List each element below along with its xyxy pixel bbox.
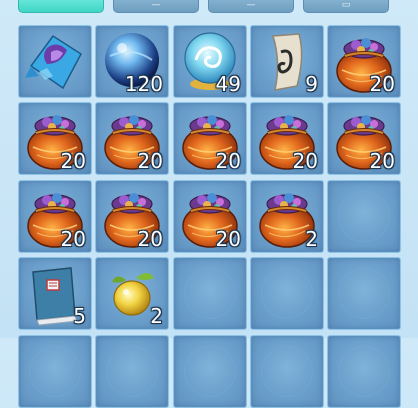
tab-4[interactable]: ▭ xyxy=(303,0,389,13)
item-quantity: 20 xyxy=(137,227,163,251)
inventory-slot-treasure-bag[interactable]: 20 xyxy=(95,180,169,253)
inventory-slot-blue-orb[interactable]: 120 xyxy=(95,25,169,98)
inventory-tabs: — — ▭ xyxy=(0,0,418,16)
inventory-slot-treasure-bag[interactable]: 20 xyxy=(18,180,92,253)
inventory-slot-empty[interactable] xyxy=(173,257,247,330)
tab-2[interactable]: — xyxy=(113,0,199,13)
inventory-slot-empty[interactable] xyxy=(95,335,169,408)
tab-4-glyph: ▭ xyxy=(341,0,351,10)
inventory-slot-ancient-scroll[interactable]: 9 xyxy=(250,25,324,98)
item-quantity: 20 xyxy=(60,227,86,251)
inventory-slot-treasure-bag[interactable]: 20 xyxy=(173,180,247,253)
inventory-slot-empty[interactable] xyxy=(327,180,401,253)
item-quantity: 9 xyxy=(305,72,318,96)
tab-1[interactable] xyxy=(18,0,104,13)
inventory-slot-blue-book[interactable]: 5 xyxy=(18,257,92,330)
inventory-slot-empty[interactable] xyxy=(173,335,247,408)
inventory-slot-treasure-bag[interactable]: 20 xyxy=(173,102,247,175)
tab-2-glyph: — xyxy=(151,0,161,10)
inventory-slot-empty[interactable] xyxy=(250,257,324,330)
inventory-slot-swirl-globe[interactable]: 49 xyxy=(173,25,247,98)
inventory-slot-treasure-bag[interactable]: 2 xyxy=(250,180,324,253)
tab-3-glyph: — xyxy=(246,0,256,10)
inventory-slot-purple-gem-pouch[interactable] xyxy=(18,25,92,98)
purple-gem-pouch-icon xyxy=(25,34,82,90)
inventory-slot-treasure-bag[interactable]: 20 xyxy=(327,102,401,175)
item-quantity: 49 xyxy=(215,72,241,96)
inventory-slot-treasure-bag[interactable]: 20 xyxy=(250,102,324,175)
item-quantity: 20 xyxy=(369,72,395,96)
inventory-slot-treasure-bag[interactable]: 20 xyxy=(327,25,401,98)
item-quantity: 20 xyxy=(60,149,86,173)
inventory-slot-treasure-bag[interactable]: 20 xyxy=(95,102,169,175)
item-quantity: 20 xyxy=(369,149,395,173)
inventory-slot-treasure-bag[interactable]: 20 xyxy=(18,102,92,175)
item-quantity: 2 xyxy=(150,304,163,328)
item-quantity: 120 xyxy=(124,72,163,96)
item-quantity: 20 xyxy=(215,149,241,173)
inventory-slot-empty[interactable] xyxy=(18,335,92,408)
inventory-slot-empty[interactable] xyxy=(250,335,324,408)
item-quantity: 20 xyxy=(292,149,318,173)
item-quantity: 2 xyxy=(305,227,318,251)
inventory-slot-empty[interactable] xyxy=(327,335,401,408)
item-quantity: 5 xyxy=(73,304,86,328)
item-quantity: 20 xyxy=(137,149,163,173)
inventory-slot-empty[interactable] xyxy=(327,257,401,330)
item-quantity: 20 xyxy=(215,227,241,251)
tab-3[interactable]: — xyxy=(208,0,294,13)
inventory-slot-golden-fruit[interactable]: 2 xyxy=(95,257,169,330)
